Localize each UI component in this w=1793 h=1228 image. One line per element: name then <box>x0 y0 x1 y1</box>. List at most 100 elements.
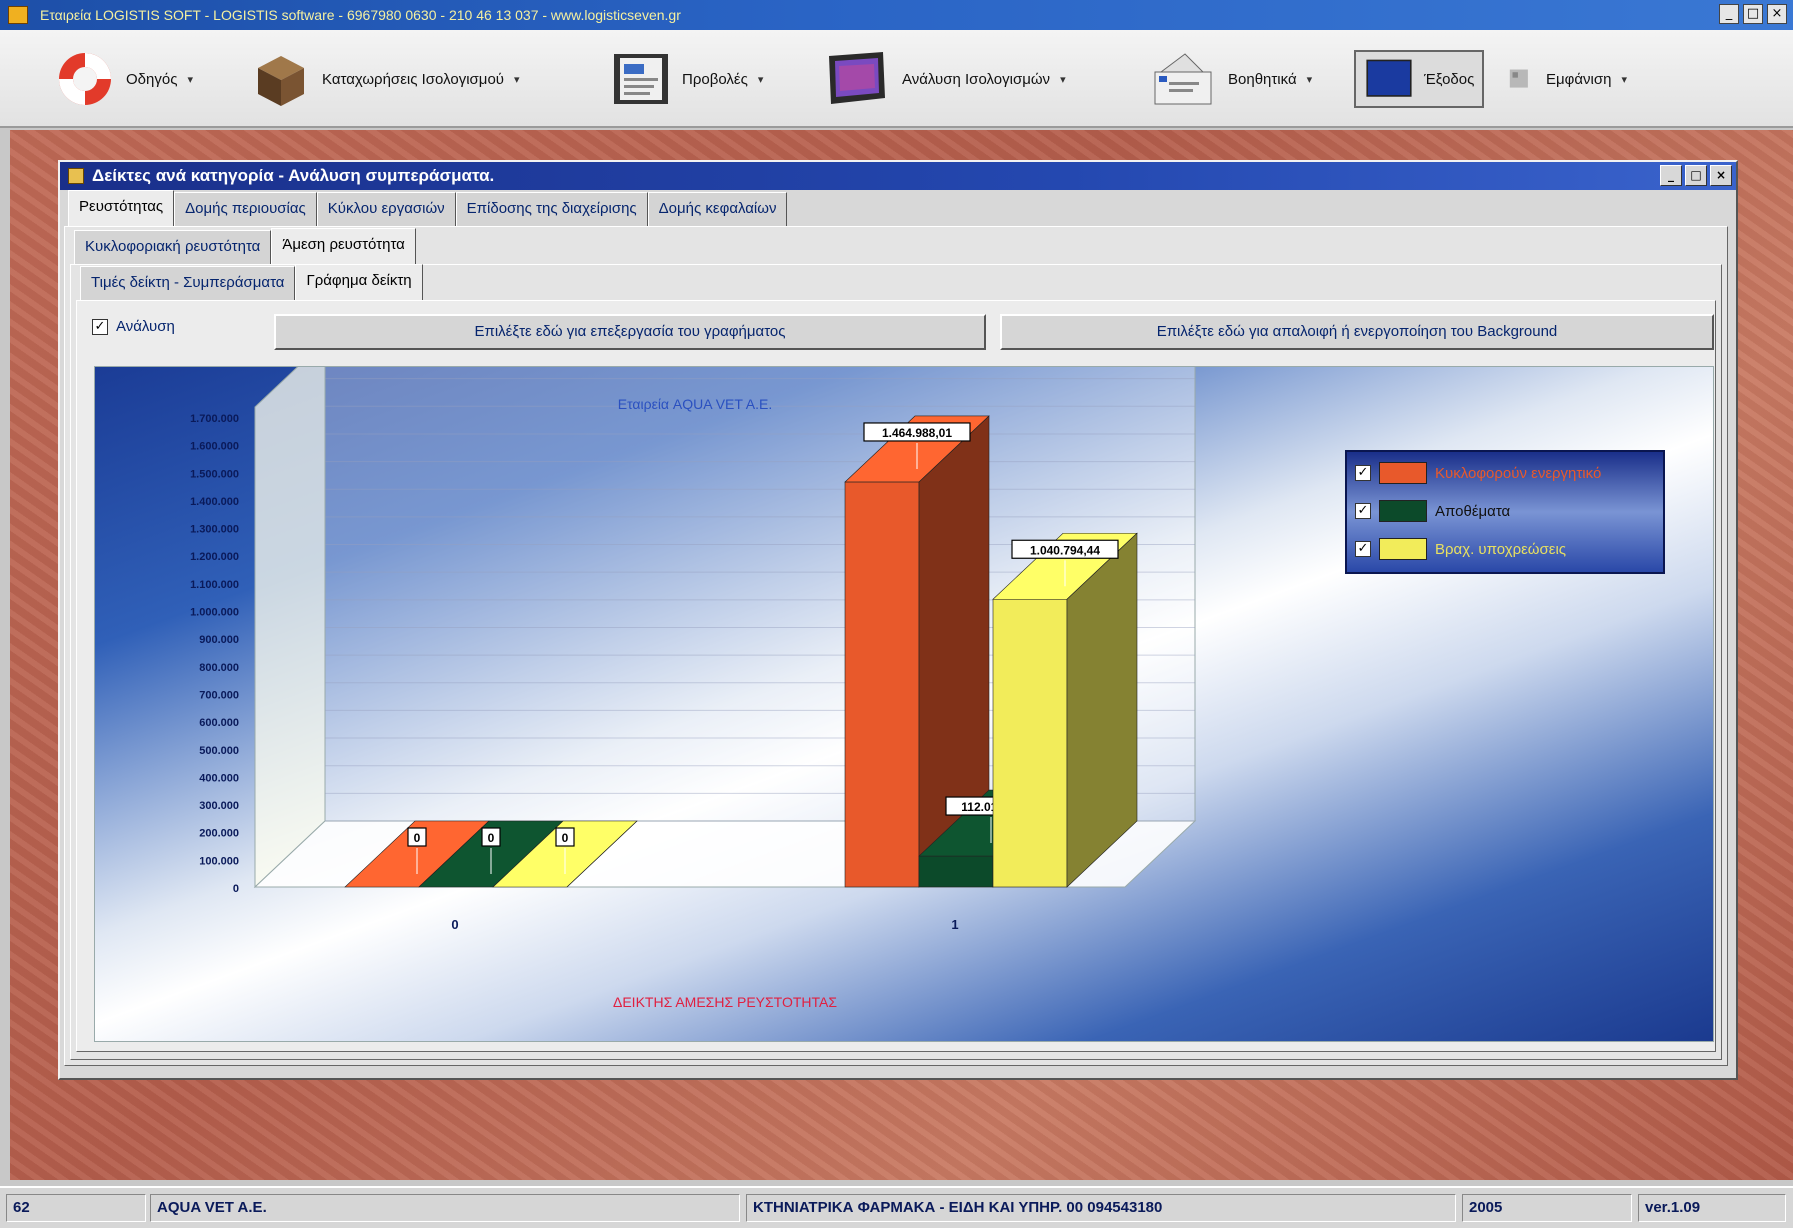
chevron-down-icon[interactable]: ▾ <box>1060 73 1066 86</box>
toolbar-label: Εμφάνιση <box>1546 70 1612 88</box>
app-title-bar: Εταιρεία LOGISTIS SOFT - LOGISTIS softwa… <box>0 0 1793 30</box>
y-tick-label: 1.000.000 <box>190 607 239 619</box>
y-tick-label: 1.600.000 <box>190 441 239 453</box>
y-tick-label: 0 <box>233 883 239 895</box>
tab-turnover[interactable]: Κύκλου εργασιών <box>316 192 456 226</box>
legend-label: Κυκλοφορούν ενεργητικό <box>1435 464 1602 482</box>
chart-left-wall <box>254 367 326 889</box>
palette-icon <box>1509 69 1528 88</box>
legend-checkbox[interactable]: ✓ <box>1355 503 1371 519</box>
y-tick-label: 700.000 <box>199 689 239 701</box>
y-tick-label: 1.500.000 <box>190 468 239 480</box>
toolbar-views-button[interactable]: Προβολές ▾ <box>610 48 763 110</box>
tab-capital-structure[interactable]: Δομής κεφαλαίων <box>647 192 788 226</box>
main-toolbar: Οδηγός ▾ Καταχωρήσεις Ισολογισμού ▾ Προβ… <box>0 30 1793 128</box>
chart-legend: ✓ Κυκλοφορούν ενεργητικό ✓ Αποθέματα ✓ Β… <box>1345 450 1665 574</box>
tab-current-liquidity[interactable]: Κυκλοφοριακή ρευστότητα <box>74 230 272 264</box>
toolbar-label: Ανάλυση Ισολογισμών <box>902 70 1051 88</box>
tab-management-performance[interactable]: Επίδοσης της διαχείρισης <box>455 192 648 226</box>
close-button[interactable]: × <box>1767 4 1787 24</box>
status-bar: 62 AQUA VET A.E. ΚΤΗΝΙΑΤΡΙΚΑ ΦΑΡΜΑΚΑ - Ε… <box>0 1186 1793 1228</box>
status-record: 62 <box>6 1194 146 1222</box>
bar-front <box>844 481 920 888</box>
status-sector: ΚΤΗΝΙΑΤΡΙΚΑ ΦΑΡΜΑΚΑ - ΕΙΔΗ ΚΑΙ ΥΠΗΡ. 00 … <box>746 1194 1456 1222</box>
y-tick-label: 200.000 <box>199 828 239 840</box>
app-icon <box>8 6 28 24</box>
legend-item[interactable]: ✓ Βραχ. υποχρεώσεις <box>1355 538 1566 560</box>
tab-index-values-conclusions[interactable]: Τιμές δείκτη - Συμπεράσματα <box>80 266 296 300</box>
legend-swatch <box>1379 538 1427 560</box>
y-tick-label: 400.000 <box>199 772 239 784</box>
bar-front <box>918 855 994 888</box>
category-tabs: Ρευστότητας Δομής περιουσίας Κύκλου εργα… <box>68 190 788 226</box>
data-label: 0 <box>562 831 569 845</box>
status-version: ver.1.09 <box>1638 1194 1786 1222</box>
data-label: 0 <box>414 831 421 845</box>
legend-swatch <box>1379 500 1427 522</box>
chevron-down-icon[interactable]: ▾ <box>1307 73 1313 86</box>
tab-quick-liquidity[interactable]: Άμεση ρευστότητα <box>271 228 416 264</box>
toolbar-exit-button[interactable]: Έξοδος <box>1354 50 1485 108</box>
chevron-down-icon[interactable]: ▾ <box>187 73 193 86</box>
liquidity-subtabs: Κυκλοφοριακή ρευστότητα Άμεση ρευστότητα <box>74 228 416 264</box>
exit-icon <box>1366 59 1412 97</box>
toolbar-balance-entries-button[interactable]: Καταχωρήσεις Ισολογισμού ▾ <box>250 48 520 110</box>
y-tick-label: 500.000 <box>199 745 239 757</box>
toolbar-label: Προβολές <box>682 70 748 88</box>
toolbar-label: Οδηγός <box>126 70 178 88</box>
tab-liquidity[interactable]: Ρευστότητας <box>68 190 175 226</box>
data-label: 0 <box>488 831 495 845</box>
indicator-window-controls: _ □ × <box>1660 165 1732 186</box>
legend-label: Βραχ. υποχρεώσεις <box>1435 540 1567 558</box>
window-controls: _ □ × <box>1719 4 1787 24</box>
data-label: 1.040.794,44 <box>1030 543 1100 557</box>
toolbar-wizard-button[interactable]: Οδηγός ▾ <box>54 48 193 110</box>
edit-chart-button[interactable]: Επιλέξτε εδώ για επεξεργασία του γραφήμα… <box>274 314 986 350</box>
tab-asset-structure[interactable]: Δομής περιουσίας <box>174 192 317 226</box>
analysis-checkbox[interactable]: ✓ Ανάλυση <box>92 318 175 335</box>
toggle-background-button[interactable]: Επιλέξτε εδώ για απαλοιφή ή ενεργοποίηση… <box>1000 314 1714 350</box>
legend-checkbox[interactable]: ✓ <box>1355 465 1371 481</box>
indicator-window-title: Δείκτες ανά κατηγορία - Ανάλυση συμπεράσ… <box>92 166 495 185</box>
chart-title: Εταιρεία AQUA VET A.E. <box>618 396 773 412</box>
chevron-down-icon[interactable]: ▾ <box>1621 73 1627 86</box>
chevron-down-icon[interactable]: ▾ <box>514 73 520 86</box>
window-icon <box>68 168 84 184</box>
toolbar-appearance-button[interactable]: Εμφάνιση ▾ <box>1508 48 1627 110</box>
y-tick-label: 1.700.000 <box>190 413 239 425</box>
envelope-icon <box>1154 53 1212 105</box>
lifebuoy-icon <box>59 53 111 105</box>
chevron-down-icon[interactable]: ▾ <box>758 73 764 86</box>
x-axis-label: ΔΕΙΚΤΗΣ ΑΜΕΣΗΣ ΡΕΥΣΤΟΤΗΤΑΣ <box>613 994 837 1010</box>
x-tick-label: 1 <box>951 917 958 932</box>
maximize-button[interactable]: □ <box>1743 4 1763 24</box>
y-tick-label: 1.400.000 <box>190 496 239 508</box>
bar-front <box>992 598 1068 888</box>
data-label: 1.464.988,01 <box>882 426 952 440</box>
status-company: AQUA VET A.E. <box>150 1194 740 1222</box>
minimize-button[interactable]: _ <box>1660 165 1682 186</box>
status-year: 2005 <box>1462 1194 1632 1222</box>
close-button[interactable]: × <box>1710 165 1732 186</box>
legend-checkbox[interactable]: ✓ <box>1355 541 1371 557</box>
toolbar-label: Έξοδος <box>1424 70 1475 88</box>
y-tick-label: 100.000 <box>199 855 239 867</box>
box-icon <box>258 56 304 106</box>
legend-swatch <box>1379 462 1427 484</box>
tab-index-chart[interactable]: Γράφημα δείκτη <box>295 264 423 300</box>
checkbox-box[interactable]: ✓ <box>92 318 108 335</box>
y-tick-label: 900.000 <box>199 634 239 646</box>
x-tick-label: 0 <box>451 917 458 932</box>
toolbar-label: Καταχωρήσεις Ισολογισμού <box>322 70 504 88</box>
toolbar-utilities-button[interactable]: Βοηθητικά ▾ <box>1146 48 1312 110</box>
legend-item[interactable]: ✓ Κυκλοφορούν ενεργητικό <box>1355 462 1601 484</box>
monitor-icon <box>829 52 885 104</box>
minimize-button[interactable]: _ <box>1719 4 1739 24</box>
legend-item[interactable]: ✓ Αποθέματα <box>1355 500 1510 522</box>
maximize-button[interactable]: □ <box>1685 165 1707 186</box>
y-tick-label: 800.000 <box>199 662 239 674</box>
app-title: Εταιρεία LOGISTIS SOFT - LOGISTIS softwa… <box>40 7 681 23</box>
y-tick-label: 300.000 <box>199 800 239 812</box>
toolbar-label: Βοηθητικά <box>1228 70 1297 88</box>
toolbar-balance-analysis-button[interactable]: Ανάλυση Ισολογισμών ▾ <box>820 48 1066 110</box>
